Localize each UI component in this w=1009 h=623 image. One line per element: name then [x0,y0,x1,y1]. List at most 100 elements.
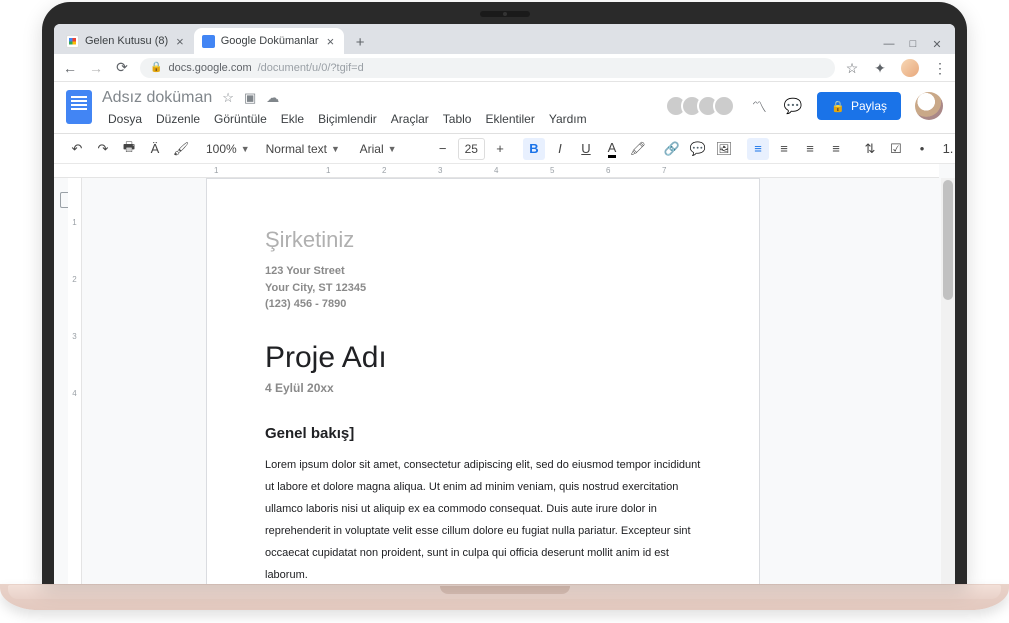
new-tab-button[interactable]: + [348,30,372,54]
italic-button[interactable]: I [549,138,571,160]
share-label: Paylaş [851,99,887,113]
print-button[interactable]: 🖶 [118,138,140,160]
numbered-list-button[interactable]: 1. [937,138,955,160]
menu-tools[interactable]: Araçlar [385,110,435,128]
align-left-button[interactable]: ≡ [747,138,769,160]
document-canvas: 1 1 2 3 4 5 6 7 1 2 3 4 [54,164,955,584]
url-input[interactable]: 🔒 docs.google.com/document/u/0/?tgif=d [140,58,835,78]
text-color-button[interactable]: A [601,138,623,160]
menu-bar: Dosya Düzenle Görüntüle Ekle Biçimlendir… [102,110,661,133]
undo-button[interactable]: ↶ [66,138,88,160]
lock-icon: 🔒 [150,62,162,73]
account-avatar-icon[interactable] [915,92,943,120]
project-date[interactable]: 4 Eylül 20xx [265,381,701,395]
bold-button[interactable]: B [523,138,545,160]
underline-button[interactable]: U [575,138,597,160]
bulleted-list-button[interactable]: • [911,138,933,160]
style-value: Normal text [266,142,327,156]
body-paragraph[interactable]: Lorem ipsum dolor sit amet, consectetur … [265,454,701,585]
window-maximize-icon[interactable]: □ [907,38,919,50]
tab-gmail[interactable]: Gelen Kutusu (8) × [58,28,194,54]
menu-format[interactable]: Biçimlendir [312,110,383,128]
company-address[interactable]: 123 Your Street Your City, ST 12345 (123… [265,263,701,313]
screen-bezel: Gelen Kutusu (8) × Google Dokümanlar × +… [42,2,967,584]
menu-edit[interactable]: Düzenle [150,110,206,128]
presence-avatars[interactable] [671,95,735,117]
docs-logo-icon[interactable] [66,90,92,124]
insert-link-button[interactable]: 🔗 [661,138,683,160]
font-size-input[interactable]: 25 [458,138,485,160]
align-right-button[interactable]: ≡ [799,138,821,160]
doc-title-input[interactable]: Adsız doküman [102,89,212,107]
title-icons: ☆ ▣ ☁ [222,90,279,106]
menu-view[interactable]: Görüntüle [208,110,273,128]
align-center-button[interactable]: ≡ [773,138,795,160]
company-name[interactable]: Şirketiniz [265,227,701,253]
nav-back-button[interactable]: ← [62,60,78,76]
browser-addressbar: ← → ⟳ 🔒 docs.google.com/document/u/0/?tg… [54,54,955,82]
laptop-frame: Gelen Kutusu (8) × Google Dokümanlar × +… [0,0,1009,623]
url-host: docs.google.com [168,62,251,74]
line-spacing-button[interactable]: ⇅ [859,138,881,160]
lock-icon: 🔒 [831,100,845,113]
font-size-value: 25 [465,142,478,156]
window-minimize-icon[interactable]: — [883,38,895,50]
menu-table[interactable]: Tablo [437,110,478,128]
extensions-icon[interactable]: ✦ [873,61,887,75]
nav-reload-button[interactable]: ⟳ [114,59,130,76]
vertical-scrollbar[interactable] [941,178,955,584]
avatar [713,95,735,117]
formatting-toolbar: ↶ ↷ 🖶 Ä 🖌 100%▼ Normal text▼ Arial▼ [54,134,955,164]
profile-avatar-icon[interactable] [901,59,919,77]
vertical-ruler[interactable]: 1 2 3 4 [54,178,82,584]
insert-image-button[interactable]: 🖼 [713,138,735,160]
comments-icon[interactable]: 💬 [783,96,803,116]
project-title[interactable]: Proje Adı [265,341,701,375]
menu-addons[interactable]: Eklentiler [479,110,540,128]
browser-tabstrip: Gelen Kutusu (8) × Google Dokümanlar × +… [54,24,955,54]
nav-forward-button[interactable]: → [88,60,104,76]
horizontal-ruler[interactable]: 1 1 2 3 4 5 6 7 [54,164,939,178]
font-size-increase-button[interactable]: + [489,138,511,160]
menu-insert[interactable]: Ekle [275,110,310,128]
section-heading[interactable]: Genel bakış] [265,425,701,442]
document-page[interactable]: Şirketiniz 123 Your Street Your City, ST… [206,178,760,584]
menu-file[interactable]: Dosya [102,110,148,128]
browser-menu-icon[interactable]: ⋮ [933,61,947,75]
tab-docs[interactable]: Google Dokümanlar × [194,28,344,54]
laptop-notch [440,586,570,594]
star-icon[interactable]: ☆ [222,90,234,106]
insert-comment-button[interactable]: 💬 [687,138,709,160]
window-close-icon[interactable]: ✕ [931,38,943,50]
doc-meta: Adsız doküman ☆ ▣ ☁ Dosya Düzenle Görünt… [102,88,661,133]
screen: Gelen Kutusu (8) × Google Dokümanlar × +… [54,24,955,584]
title-row: Adsız doküman ☆ ▣ ☁ [102,88,661,108]
docs-favicon-icon [202,35,215,48]
header-right: 〽 💬 🔒 Paylaş [671,92,943,120]
paint-format-button[interactable]: 🖌 [170,138,192,160]
star-icon[interactable]: ☆ [845,61,859,75]
redo-button[interactable]: ↷ [92,138,114,160]
cloud-status-icon[interactable]: ☁ [266,90,279,106]
zoom-select[interactable]: 100%▼ [200,138,256,160]
tab-close-icon[interactable]: × [325,34,337,49]
activity-icon[interactable]: 〽 [749,96,769,116]
font-select[interactable]: Arial▼ [354,138,424,160]
addressbar-right: ☆ ✦ ⋮ [845,59,947,77]
tab-title: Gelen Kutusu (8) [85,35,168,47]
font-value: Arial [360,142,384,156]
spellcheck-button[interactable]: Ä [144,138,166,160]
checklist-button[interactable]: ☑ [885,138,907,160]
paragraph-style-select[interactable]: Normal text▼ [260,138,350,160]
share-button[interactable]: 🔒 Paylaş [817,92,901,120]
move-icon[interactable]: ▣ [244,90,256,106]
tab-close-icon[interactable]: × [174,34,186,49]
menu-help[interactable]: Yardım [543,110,593,128]
font-size-decrease-button[interactable]: − [432,138,454,160]
scrollbar-thumb[interactable] [943,180,953,300]
highlight-color-button[interactable]: 🖍 [627,138,649,160]
align-justify-button[interactable]: ≡ [825,138,847,160]
gmail-favicon-icon [66,35,79,48]
docs-header: Adsız doküman ☆ ▣ ☁ Dosya Düzenle Görünt… [54,82,955,134]
url-path: /document/u/0/?tgif=d [258,62,364,74]
